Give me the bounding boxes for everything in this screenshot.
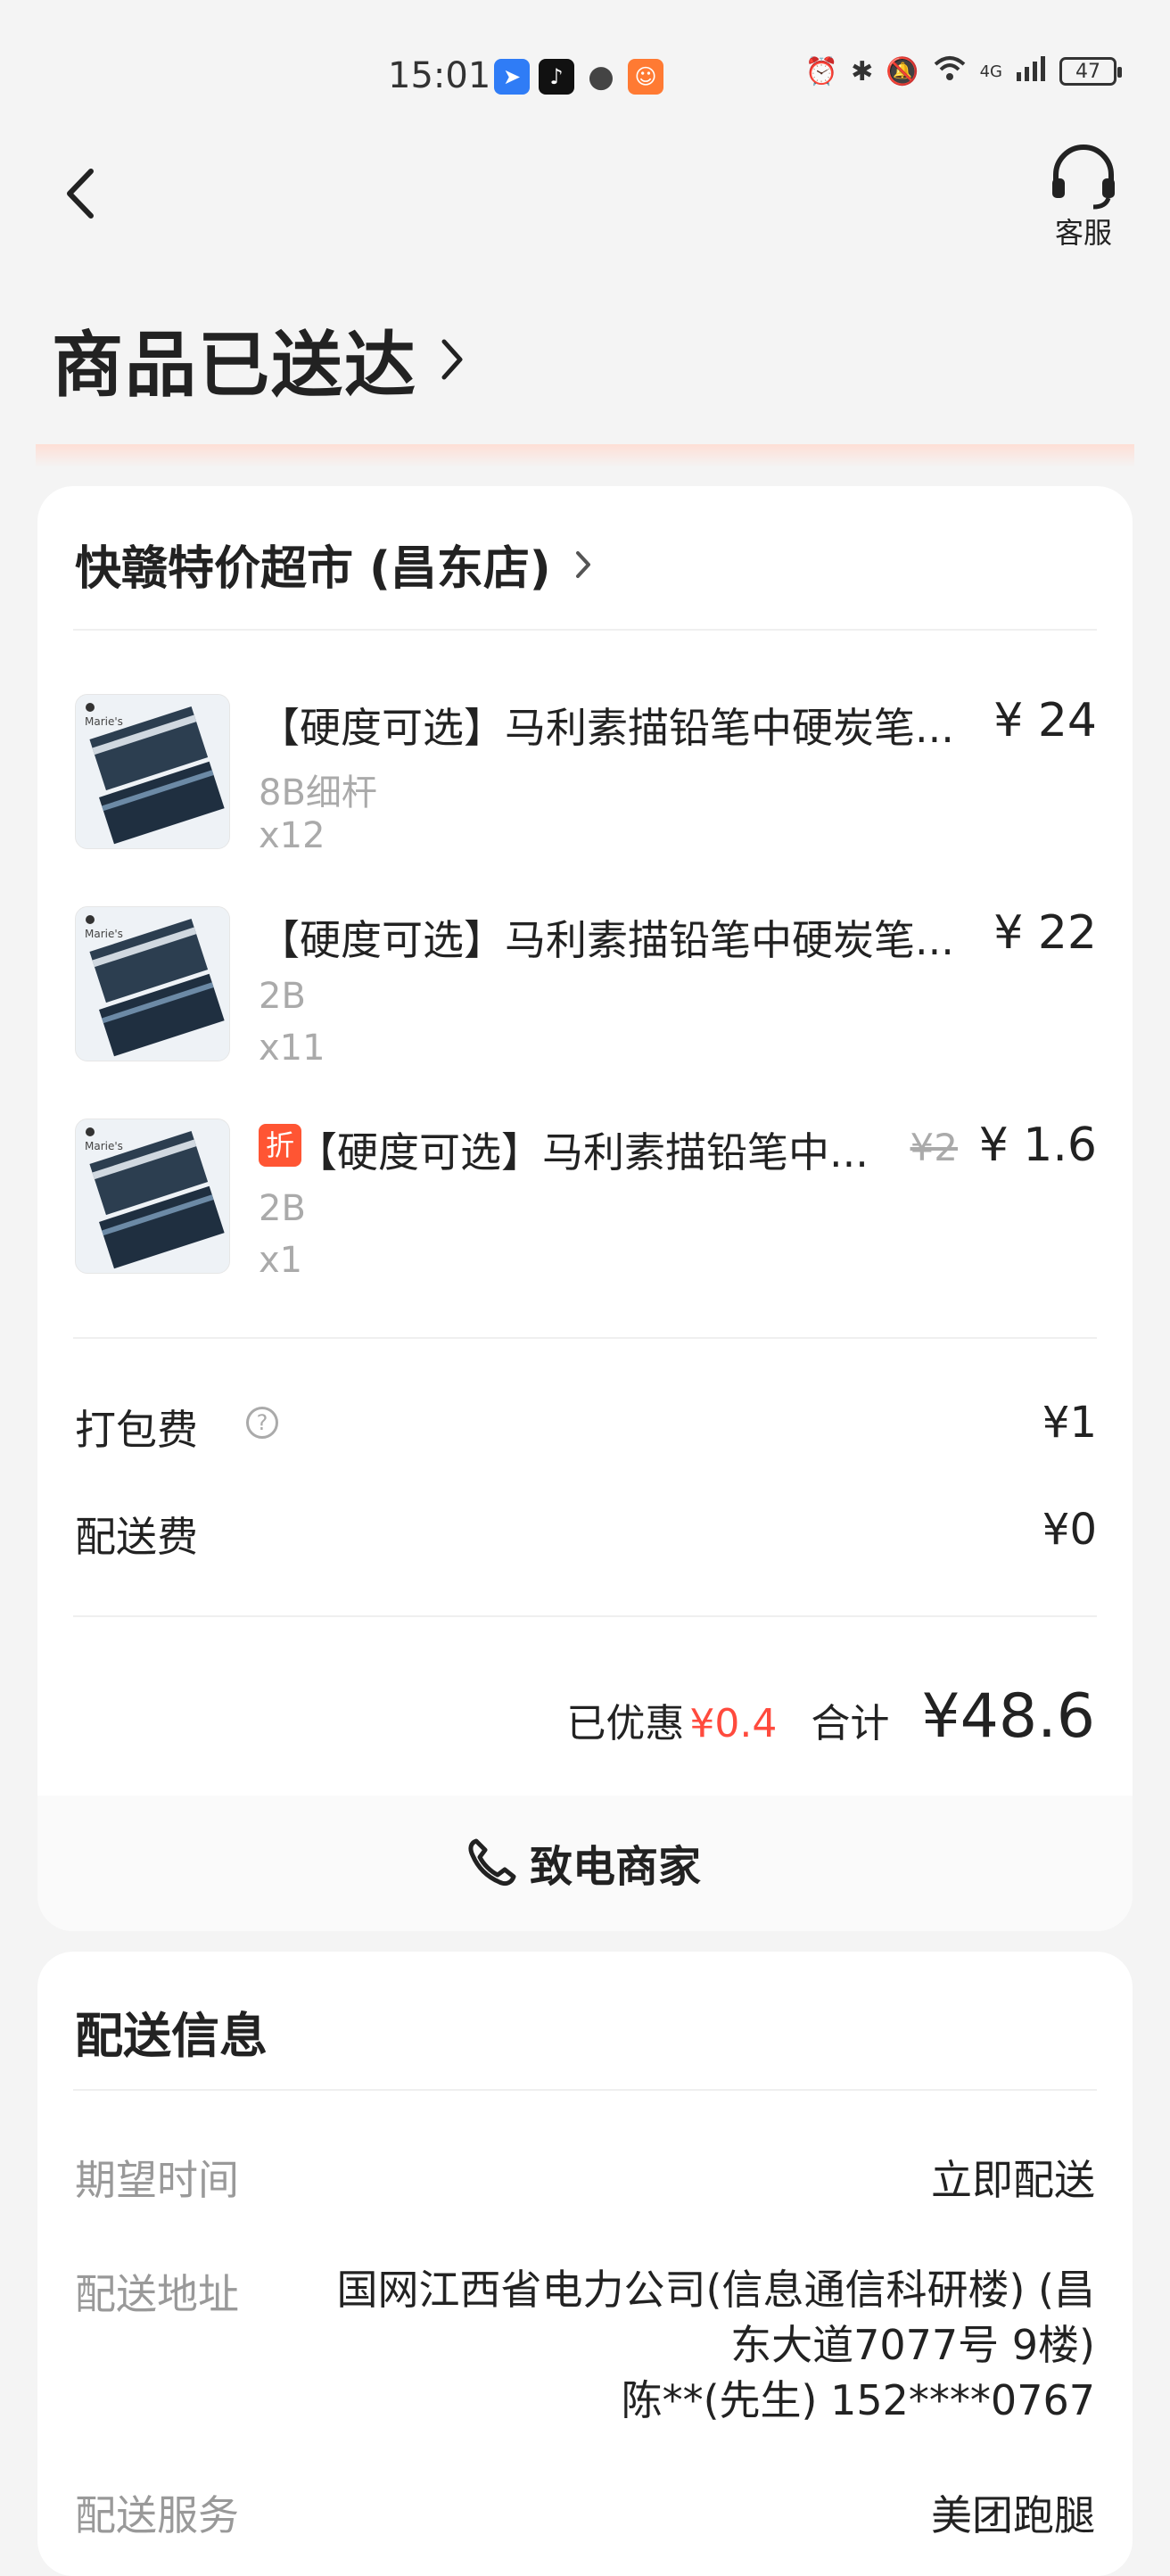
delivery-info-card: 配送信息 期望时间 立即配送 配送地址 国网江西省电力公司(信息通信科研楼) (… xyxy=(37,1952,1133,2576)
page-title: 商品已送达 xyxy=(52,324,417,407)
signal-text: 4G xyxy=(979,62,1002,81)
address-line: 东大道7077号 9楼) xyxy=(730,2321,1095,2369)
chevron-right-icon xyxy=(441,339,463,380)
wifi-icon xyxy=(932,54,968,89)
battery-icon: 47 xyxy=(1059,57,1122,86)
shop-name: 快赣特价超市 (昌东店) xyxy=(75,542,551,596)
taobao-app-icon: ☺ xyxy=(628,59,663,95)
expected-time-value: 立即配送 xyxy=(931,2156,1095,2204)
delivery-fee-row: 配送费 ¥0 xyxy=(75,1505,1097,1562)
call-merchant-button[interactable]: 致电商家 xyxy=(464,1831,701,1894)
address-label: 配送地址 xyxy=(75,2270,239,2318)
discount-tag: 折 xyxy=(259,1124,301,1167)
call-merchant-label: 致电商家 xyxy=(530,1842,702,1892)
expected-time-label: 期望时间 xyxy=(75,2156,239,2204)
order-card: 快赣特价超市 (昌东店) Marie's 【硬度可选】马利素描铅笔中硬炭笔...… xyxy=(37,486,1133,1931)
item-price: ¥ 24 xyxy=(993,694,1097,747)
battery-level: 47 xyxy=(1075,60,1100,83)
order-total: 已优惠 ¥0.4 合计 ¥48.6 xyxy=(566,1681,1095,1752)
divider xyxy=(73,1615,1097,1617)
item-price: ¥ 22 xyxy=(993,906,1097,960)
section-title: 配送信息 xyxy=(75,2008,268,2064)
fee-value: ¥1 xyxy=(1042,1398,1097,1448)
item-quantity: x12 xyxy=(259,815,325,856)
item-price: ¥ 1.6 xyxy=(978,1119,1097,1172)
item-spec: 8B细杆 xyxy=(259,772,377,813)
saved-value: ¥0.4 xyxy=(689,1701,778,1746)
status-time: 15:01 xyxy=(388,55,491,96)
bluetooth-icon: ✱ xyxy=(851,55,874,87)
divider xyxy=(73,1337,1097,1339)
help-icon[interactable]: ? xyxy=(246,1407,278,1439)
item-original-price: ¥2 xyxy=(910,1126,958,1169)
order-item[interactable]: Marie's 折 【硬度可选】马利素描铅笔中... 2B x1 ¥2 ¥ 1.… xyxy=(75,1119,1097,1281)
fee-label: 打包费 xyxy=(75,1406,198,1454)
order-status-title[interactable]: 商品已送达 xyxy=(52,308,466,411)
divider xyxy=(73,629,1097,631)
item-title: 【硬度可选】马利素描铅笔中... xyxy=(296,1128,869,1177)
back-button[interactable] xyxy=(55,162,109,225)
address-line: 国网江西省电力公司(信息通信科研楼) (昌 xyxy=(336,2266,1095,2314)
item-title: 【硬度可选】马利素描铅笔中硬炭笔... xyxy=(259,916,954,964)
alarm-icon: ⏰ xyxy=(804,55,839,87)
product-thumbnail: Marie's xyxy=(75,1119,230,1274)
delivery-service-label: 配送服务 xyxy=(75,2491,239,2539)
chevron-left-icon xyxy=(67,169,94,219)
tiktok-app-icon: ♪ xyxy=(539,59,574,95)
call-merchant-area: 致电商家 xyxy=(37,1796,1133,1931)
order-item[interactable]: Marie's 【硬度可选】马利素描铅笔中硬炭笔... 2B x11 ¥ 22 xyxy=(75,906,1097,1069)
item-quantity: x1 xyxy=(259,1240,303,1281)
delivery-service-value: 美团跑腿 xyxy=(931,2491,1095,2539)
item-spec: 2B xyxy=(259,1188,306,1229)
signal-icon xyxy=(1015,54,1047,88)
product-thumbnail: Marie's xyxy=(75,906,230,1061)
headset-icon xyxy=(1052,144,1115,210)
status-bar: 15:01 ➤ ♪ ● ☺ ⏰ ✱ 🔕 4G 47 xyxy=(0,0,1170,161)
item-spec: 2B xyxy=(259,976,306,1017)
thumbnail-brand: Marie's xyxy=(85,715,123,728)
total-label: 合计 xyxy=(811,1701,890,1746)
mute-icon: 🔕 xyxy=(886,55,919,87)
item-title: 【硬度可选】马利素描铅笔中硬炭笔... xyxy=(259,704,954,752)
message-app-icon: ● xyxy=(588,59,614,95)
fee-value: ¥0 xyxy=(1042,1505,1097,1555)
order-item[interactable]: Marie's 【硬度可选】马利素描铅笔中硬炭笔... 8B细杆 x12 ¥ 2… xyxy=(75,694,1097,856)
maps-app-icon: ➤ xyxy=(494,59,530,95)
thumbnail-brand: Marie's xyxy=(85,1140,123,1152)
product-thumbnail: Marie's xyxy=(75,694,230,849)
customer-service-button[interactable]: 客服 xyxy=(1043,143,1124,250)
thumbnail-brand: Marie's xyxy=(85,928,123,940)
contact-line: 陈**(先生) 152****0767 xyxy=(621,2376,1095,2424)
customer-service-label: 客服 xyxy=(1054,216,1112,250)
chevron-right-icon xyxy=(575,550,590,578)
saved-label: 已优惠 xyxy=(566,1701,685,1746)
total-value: ¥48.6 xyxy=(921,1681,1095,1752)
item-quantity: x11 xyxy=(259,1028,325,1069)
status-icons: ⏰ ✱ 🔕 4G 47 xyxy=(804,54,1122,89)
address-value: 国网江西省电力公司(信息通信科研楼) (昌 东大道7077号 9楼) 陈**(先… xyxy=(310,2262,1095,2428)
fee-label: 配送费 xyxy=(75,1513,198,1561)
phone-icon xyxy=(468,1838,516,1887)
divider xyxy=(73,2089,1097,2091)
packing-fee-row: 打包费 ? ¥1 xyxy=(75,1398,1097,1455)
status-progress-glow xyxy=(36,444,1134,467)
shop-link[interactable]: 快赣特价超市 (昌东店) xyxy=(75,531,592,598)
